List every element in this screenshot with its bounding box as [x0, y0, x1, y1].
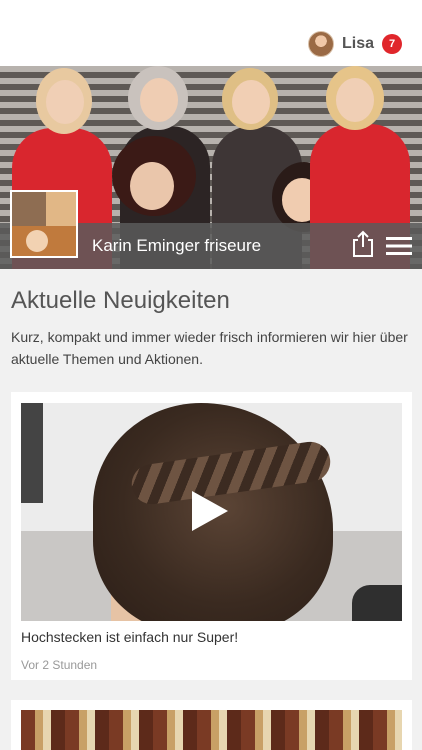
notification-badge[interactable]: 7 [382, 34, 402, 54]
share-icon[interactable] [351, 230, 375, 258]
post-image[interactable] [21, 710, 402, 750]
post-title[interactable]: Hochstecken ist einfach nur Super! [21, 629, 238, 645]
play-icon[interactable] [192, 491, 228, 531]
news-card[interactable]: Hochstecken ist einfach nur Super! Vor 2… [11, 392, 412, 680]
top-bar: Lisa 7 [0, 0, 422, 66]
video-thumbnail[interactable] [21, 403, 402, 621]
post-timestamp: Vor 2 Stunden [21, 658, 98, 672]
section-description: Kurz, kompakt und immer wieder frisch in… [11, 329, 408, 367]
hamburger-menu-icon[interactable] [386, 236, 412, 256]
user-profile[interactable]: Lisa 7 [307, 29, 402, 59]
salon-logo-thumbnail[interactable] [10, 190, 78, 258]
section-title: Aktuelle Neuigkeiten [11, 287, 230, 314]
user-name[interactable]: Lisa [342, 35, 374, 53]
news-card[interactable] [11, 700, 412, 750]
salon-name: Karin Eminger friseure [92, 236, 262, 255]
avatar[interactable] [307, 31, 334, 57]
